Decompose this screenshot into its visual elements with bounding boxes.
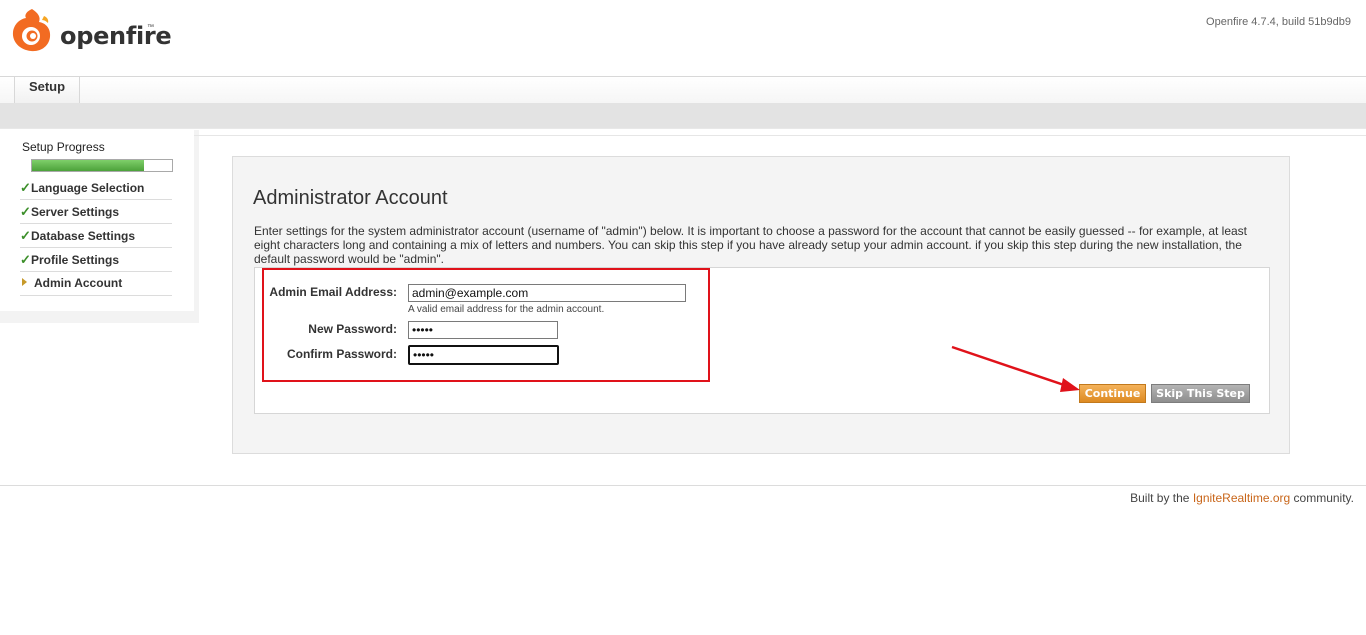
checkmark-icon: ✓ xyxy=(20,228,31,243)
step-profile-settings: ✓Profile Settings xyxy=(20,248,172,272)
annotation-highlight-box xyxy=(262,268,710,382)
sidebar-panel: Setup Progress ✓Language Selection ✓Serv… xyxy=(0,130,194,311)
step-label: Server Settings xyxy=(31,205,120,219)
igniterealtime-link[interactable]: IgniteRealtime.org xyxy=(1193,491,1290,505)
admin-account-form: Admin Email Address: admin@example.com A… xyxy=(254,267,1270,414)
logo-text: openfire xyxy=(60,22,172,50)
step-language-selection: ✓Language Selection xyxy=(20,176,172,200)
openfire-logo: openfire ™ xyxy=(8,7,208,57)
step-database-settings: ✓Database Settings xyxy=(20,224,172,248)
version-text: Openfire 4.7.4, build 51b9db9 xyxy=(1206,16,1351,28)
content-divider xyxy=(194,135,1366,136)
step-label: Profile Settings xyxy=(31,253,120,267)
page-description: Enter settings for the system administra… xyxy=(254,224,1248,266)
step-admin-account: Admin Account xyxy=(20,272,172,296)
footer: Built by the IgniteRealtime.org communit… xyxy=(1130,491,1354,505)
progress-bar-fill xyxy=(32,160,144,171)
step-label: Database Settings xyxy=(31,229,136,243)
checkmark-icon: ✓ xyxy=(20,204,31,219)
step-server-settings: ✓Server Settings xyxy=(20,200,172,224)
sidebar: Setup Progress ✓Language Selection ✓Serv… xyxy=(0,130,199,323)
setup-steps-list: ✓Language Selection ✓Server Settings ✓Da… xyxy=(20,176,172,296)
checkmark-icon: ✓ xyxy=(20,180,31,195)
progress-bar xyxy=(31,159,173,172)
page-title: Administrator Account xyxy=(253,187,448,209)
current-step-arrow-icon xyxy=(22,278,27,286)
footer-suffix: community. xyxy=(1290,491,1354,505)
continue-button[interactable]: Continue xyxy=(1079,384,1146,403)
sub-tab-bar xyxy=(0,103,1366,129)
skip-step-button[interactable]: Skip This Step xyxy=(1151,384,1250,403)
progress-label: Setup Progress xyxy=(22,140,105,154)
tab-setup[interactable]: Setup xyxy=(14,77,80,103)
checkmark-icon: ✓ xyxy=(20,252,31,267)
step-label: Admin Account xyxy=(34,276,123,290)
admin-account-panel: Administrator Account Enter settings for… xyxy=(232,156,1290,454)
footer-divider xyxy=(0,485,1366,486)
openfire-flame-icon xyxy=(12,9,51,52)
footer-prefix: Built by the xyxy=(1130,491,1193,505)
tab-bar: Setup xyxy=(0,76,1366,104)
logo-trademark: ™ xyxy=(147,24,154,31)
step-label: Language Selection xyxy=(31,181,145,195)
